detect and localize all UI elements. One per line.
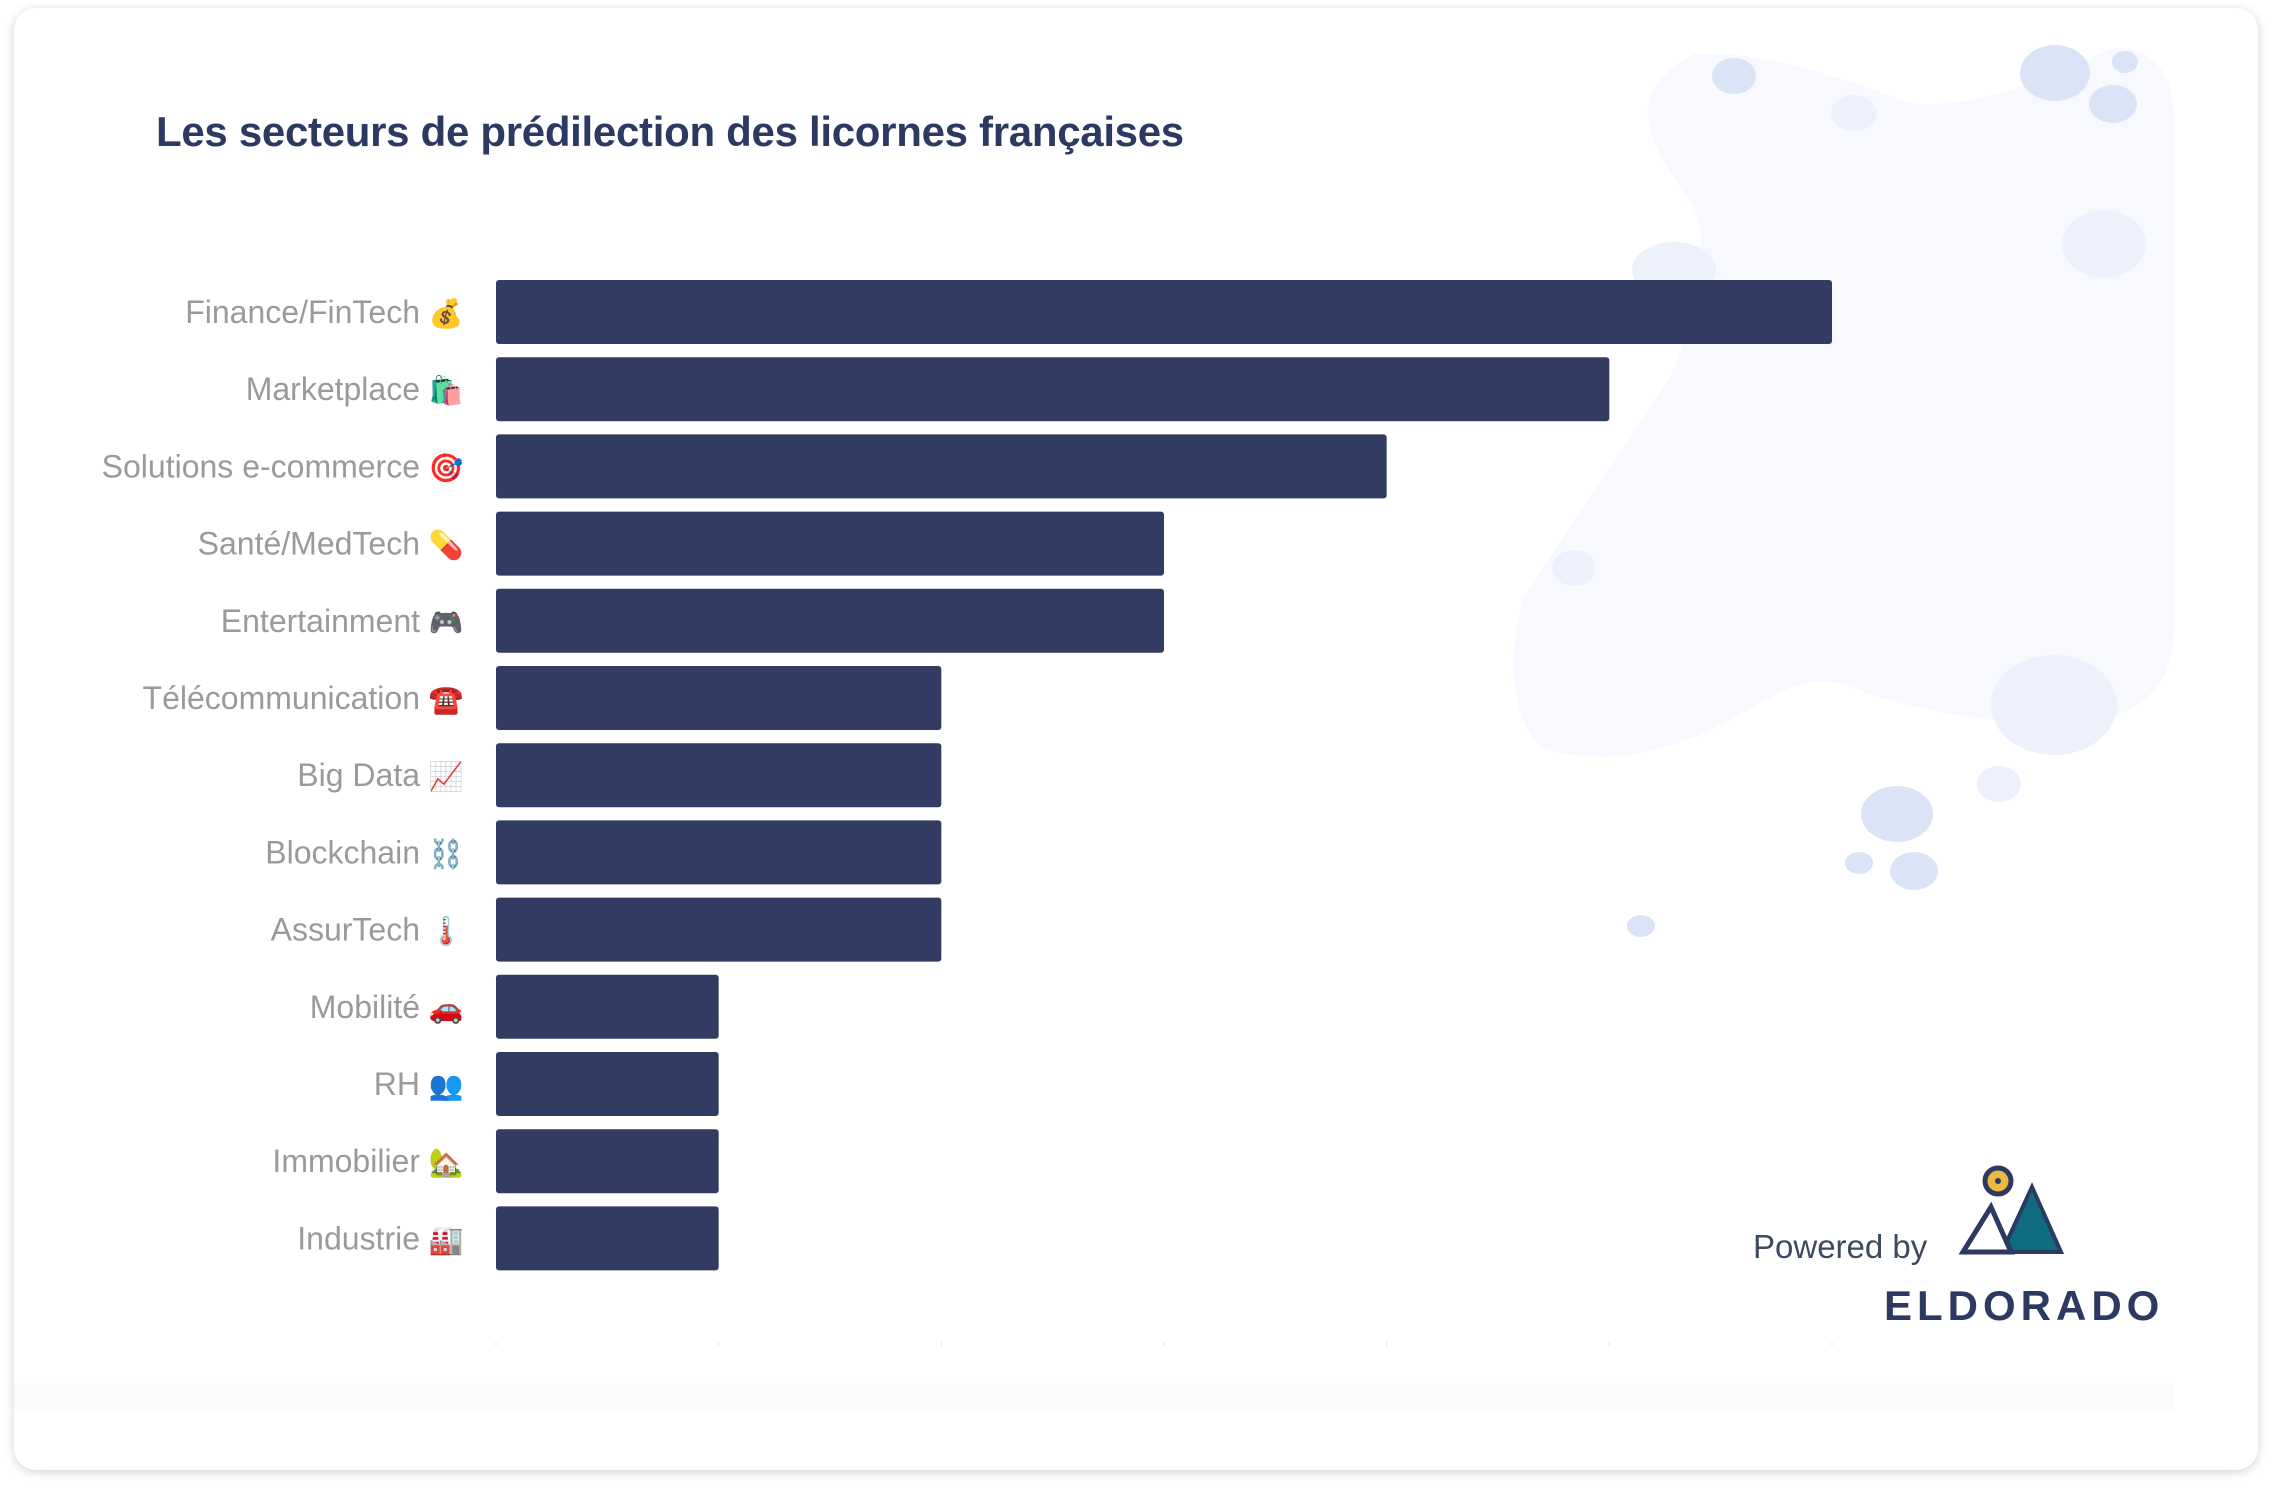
bar-2 (496, 434, 1387, 499)
target-icon: 🎯 (429, 452, 464, 483)
bar-0 (496, 280, 1832, 344)
pill-icon: 💊 (429, 528, 464, 562)
bar-6 (496, 743, 942, 808)
bar-10 (496, 1052, 719, 1116)
bar-7 (496, 820, 942, 885)
eldorado-mountain-logo-icon (1958, 1165, 2065, 1255)
logo-big-mountain (1998, 1182, 2065, 1254)
bar-9 (496, 974, 719, 1039)
powered-by-text: Powered by (1753, 1228, 1928, 1265)
logo-small-mountain (1958, 1201, 2015, 1255)
bar-3 (496, 511, 1164, 576)
category-label: Santé/MedTech (198, 526, 420, 562)
thermometer-icon: 🌡️ (429, 915, 464, 948)
category-label: RH (374, 1066, 420, 1102)
bar-1 (496, 357, 1610, 422)
category-label: Télécommunication (143, 680, 420, 716)
category-label: Finance/FinTech (185, 294, 420, 330)
bar-12 (496, 1206, 719, 1271)
bar-8 (496, 897, 942, 962)
category-label: Blockchain (265, 834, 420, 870)
eldorado-brand-wordmark: ELDORADO (1884, 1282, 2165, 1329)
shopping-bags-icon: 🛍️ (429, 374, 464, 407)
chains-icon: ⛓️ (429, 837, 464, 870)
gamepad-icon: 🎮 (429, 607, 464, 638)
category-label: Mobilité (310, 989, 420, 1025)
money-bag-icon: 💰 (429, 297, 464, 330)
category-label: Entertainment (221, 603, 420, 639)
category-label: AssurTech (271, 912, 420, 948)
category-label: Marketplace (246, 371, 420, 407)
car-icon: 🚗 (429, 993, 464, 1025)
house-icon: 🏡 (429, 1147, 464, 1179)
bar-chart: Finance/FinTech 💰 Marketplace 🛍️ Solutions e… (102, 280, 1833, 1346)
category-label: Solutions e-commerce (102, 448, 420, 484)
people-icon: 👥 (429, 1070, 464, 1102)
telephone-icon: ☎️ (429, 684, 464, 716)
category-label: Big Data (297, 757, 420, 793)
category-label: Industrie (297, 1220, 420, 1256)
category-label: Immobilier (272, 1143, 420, 1179)
bar-11 (496, 1129, 719, 1194)
bar-5 (496, 666, 942, 730)
bar-4 (496, 588, 1164, 653)
factory-icon: 🏭 (429, 1224, 464, 1256)
chart-increasing-icon: 📈 (429, 760, 464, 793)
